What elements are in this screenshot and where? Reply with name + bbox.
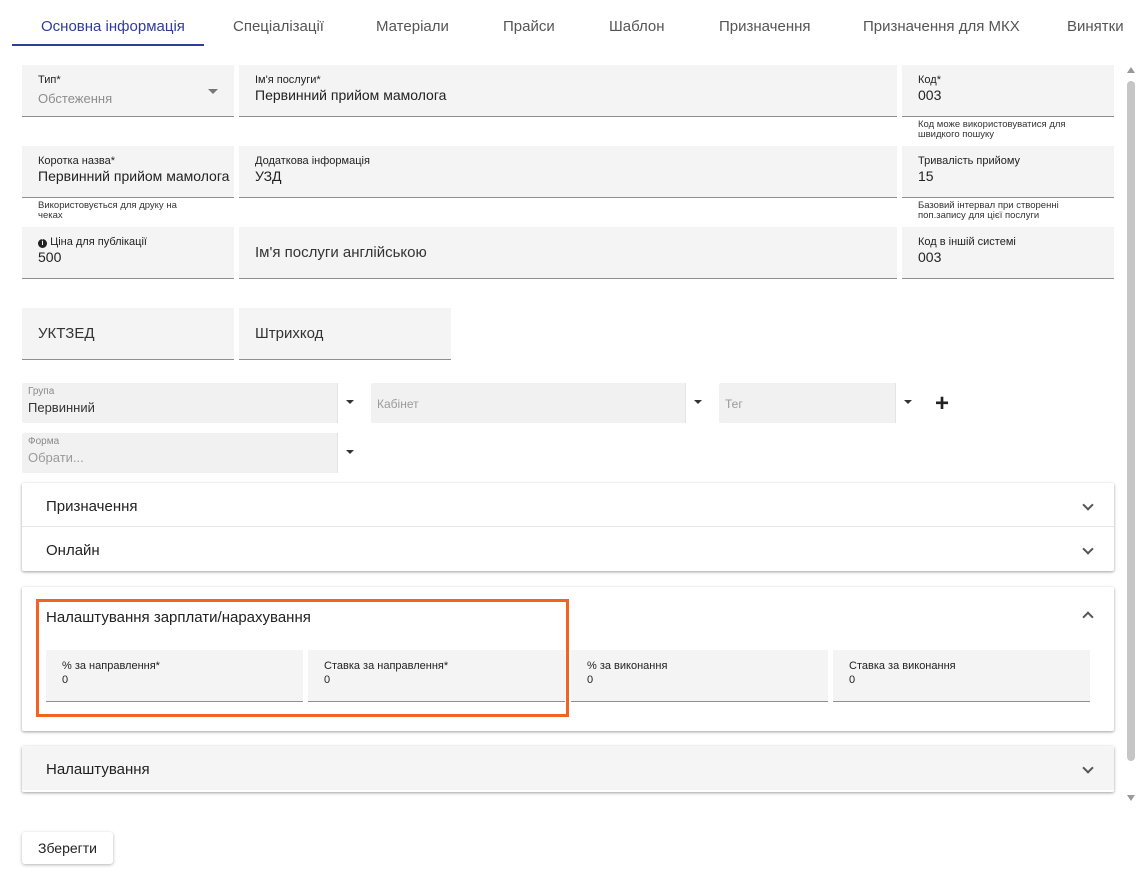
execution-rate-field[interactable]: Ставка за виконання 0 bbox=[833, 650, 1090, 702]
add-tag-plus-icon[interactable]: + bbox=[935, 392, 953, 416]
form-select[interactable]: Форма Обрати... bbox=[22, 433, 361, 473]
additional-info-field[interactable]: Додаткова інформація УЗД bbox=[239, 146, 897, 198]
scroll-down-arrow-icon[interactable] bbox=[1127, 795, 1135, 801]
group-select[interactable]: Група Первинний bbox=[22, 383, 361, 423]
duration-value: 15 bbox=[918, 168, 934, 184]
external-code-field[interactable]: Код в іншій системі 003 bbox=[902, 227, 1114, 279]
chevron-down-icon bbox=[346, 400, 354, 404]
tab-assignment[interactable]: Призначення bbox=[719, 0, 811, 46]
chevron-up-icon bbox=[1082, 611, 1094, 623]
service-name-value: Первинний прийом мамолога bbox=[255, 87, 447, 103]
short-name-hint: Використовується для друку на чеках bbox=[38, 200, 177, 221]
execution-percent-value: 0 bbox=[587, 674, 594, 686]
barcode-field[interactable]: Штрихкод bbox=[239, 308, 451, 360]
cabinet-dropdown-button[interactable] bbox=[685, 383, 709, 423]
active-tab-indicator bbox=[12, 44, 204, 46]
additional-info-value: УЗД bbox=[255, 168, 282, 184]
cabinet-select[interactable]: Кабінет bbox=[371, 383, 709, 423]
expansion-group: Призначення Онлайн bbox=[22, 483, 1114, 571]
chevron-down-icon bbox=[1082, 543, 1094, 555]
code-value: 003 bbox=[918, 87, 942, 103]
cabinet-placeholder: Кабінет bbox=[377, 397, 419, 411]
price-label: Ціна для публікації bbox=[50, 236, 147, 248]
save-button[interactable]: Зберегти bbox=[22, 832, 113, 864]
duration-field[interactable]: Тривалість прийому 15 bbox=[902, 146, 1114, 198]
form-label: Форма bbox=[28, 436, 60, 447]
price-value: 500 bbox=[38, 249, 62, 265]
external-code-label: Код в іншій системі bbox=[918, 236, 1016, 248]
type-select[interactable]: Тип* Обстеження bbox=[22, 65, 234, 117]
tab-materials[interactable]: Матеріали bbox=[376, 0, 449, 46]
tab-bar: Основна інформація Спеціалізації Матеріа… bbox=[0, 0, 1144, 47]
chevron-down-icon bbox=[346, 450, 354, 454]
execution-rate-value: 0 bbox=[849, 674, 856, 686]
uktzed-placeholder: УКТЗЕД bbox=[38, 325, 95, 342]
tab-basic-info[interactable]: Основна інформація bbox=[41, 0, 185, 46]
chevron-down-icon bbox=[694, 400, 702, 404]
short-name-label: Коротка назва* bbox=[38, 155, 116, 167]
online-panel-header[interactable]: Онлайн bbox=[22, 527, 1114, 571]
english-name-field[interactable]: Ім'я послуги англійською bbox=[239, 227, 897, 279]
tab-specializations[interactable]: Спеціалізації bbox=[233, 0, 324, 46]
tag-dropdown-button[interactable] bbox=[895, 383, 919, 423]
tab-prices[interactable]: Прайси bbox=[503, 0, 555, 46]
type-label: Тип* bbox=[38, 74, 61, 86]
chevron-down-icon bbox=[1082, 762, 1094, 774]
short-name-field[interactable]: Коротка назва* Первинний прийом мамолога bbox=[22, 146, 234, 198]
form-placeholder: Обрати... bbox=[28, 450, 84, 465]
tab-template[interactable]: Шаблон bbox=[609, 0, 665, 46]
tag-select[interactable]: Тег bbox=[719, 383, 919, 423]
additional-info-label: Додаткова інформація bbox=[255, 155, 370, 167]
code-field[interactable]: Код* 003 bbox=[902, 65, 1114, 117]
group-label: Група bbox=[28, 386, 55, 397]
price-field[interactable]: i Ціна для публікації 500 bbox=[22, 227, 234, 279]
short-name-value: Первинний прийом мамолога bbox=[38, 168, 230, 184]
form-dropdown-button[interactable] bbox=[337, 433, 361, 473]
settings-panel: Налаштування bbox=[22, 746, 1114, 792]
code-label: Код* bbox=[918, 74, 941, 86]
uktzed-field[interactable]: УКТЗЕД bbox=[22, 308, 234, 360]
assignment-panel-header[interactable]: Призначення bbox=[22, 483, 1114, 527]
execution-rate-label: Ставка за виконання bbox=[849, 660, 956, 672]
chevron-down-icon bbox=[904, 400, 912, 404]
tab-assignment-icd[interactable]: Призначення для МКХ bbox=[863, 0, 1020, 46]
external-code-value: 003 bbox=[918, 249, 942, 265]
execution-percent-label: % за виконання bbox=[587, 660, 668, 672]
scrollbar-thumb[interactable] bbox=[1127, 81, 1135, 761]
highlight-box bbox=[36, 599, 569, 717]
online-panel-title: Онлайн bbox=[46, 542, 100, 559]
scroll-up-arrow-icon[interactable] bbox=[1127, 67, 1135, 73]
tab-exceptions[interactable]: Винятки bbox=[1067, 0, 1124, 46]
price-label-wrap: i Ціна для публікації bbox=[38, 236, 147, 248]
duration-label: Тривалість прийому bbox=[918, 155, 1021, 167]
info-icon: i bbox=[38, 239, 47, 248]
assignment-panel-title: Призначення bbox=[46, 498, 138, 515]
tag-placeholder: Тег bbox=[725, 397, 743, 411]
group-dropdown-button[interactable] bbox=[337, 383, 361, 423]
code-hint: Код може використовуватися для швидкого … bbox=[918, 119, 1066, 140]
type-value: Обстеження bbox=[38, 91, 113, 106]
barcode-placeholder: Штрихкод bbox=[255, 325, 324, 342]
group-value: Первинний bbox=[28, 400, 95, 415]
execution-percent-field[interactable]: % за виконання 0 bbox=[571, 650, 828, 702]
settings-panel-header[interactable]: Налаштування bbox=[22, 746, 1114, 790]
settings-panel-title: Налаштування bbox=[46, 761, 150, 778]
dropdown-arrow-icon bbox=[208, 89, 218, 94]
duration-hint: Базовий інтервал при створенні поп.запис… bbox=[918, 200, 1059, 221]
scrollbar[interactable] bbox=[1124, 63, 1138, 808]
service-name-field[interactable]: Ім'я послуги* Первинний прийом мамолога bbox=[239, 65, 897, 117]
english-name-placeholder: Ім'я послуги англійською bbox=[255, 244, 427, 261]
service-name-label: Ім'я послуги* bbox=[255, 74, 321, 86]
chevron-down-icon bbox=[1082, 499, 1094, 511]
